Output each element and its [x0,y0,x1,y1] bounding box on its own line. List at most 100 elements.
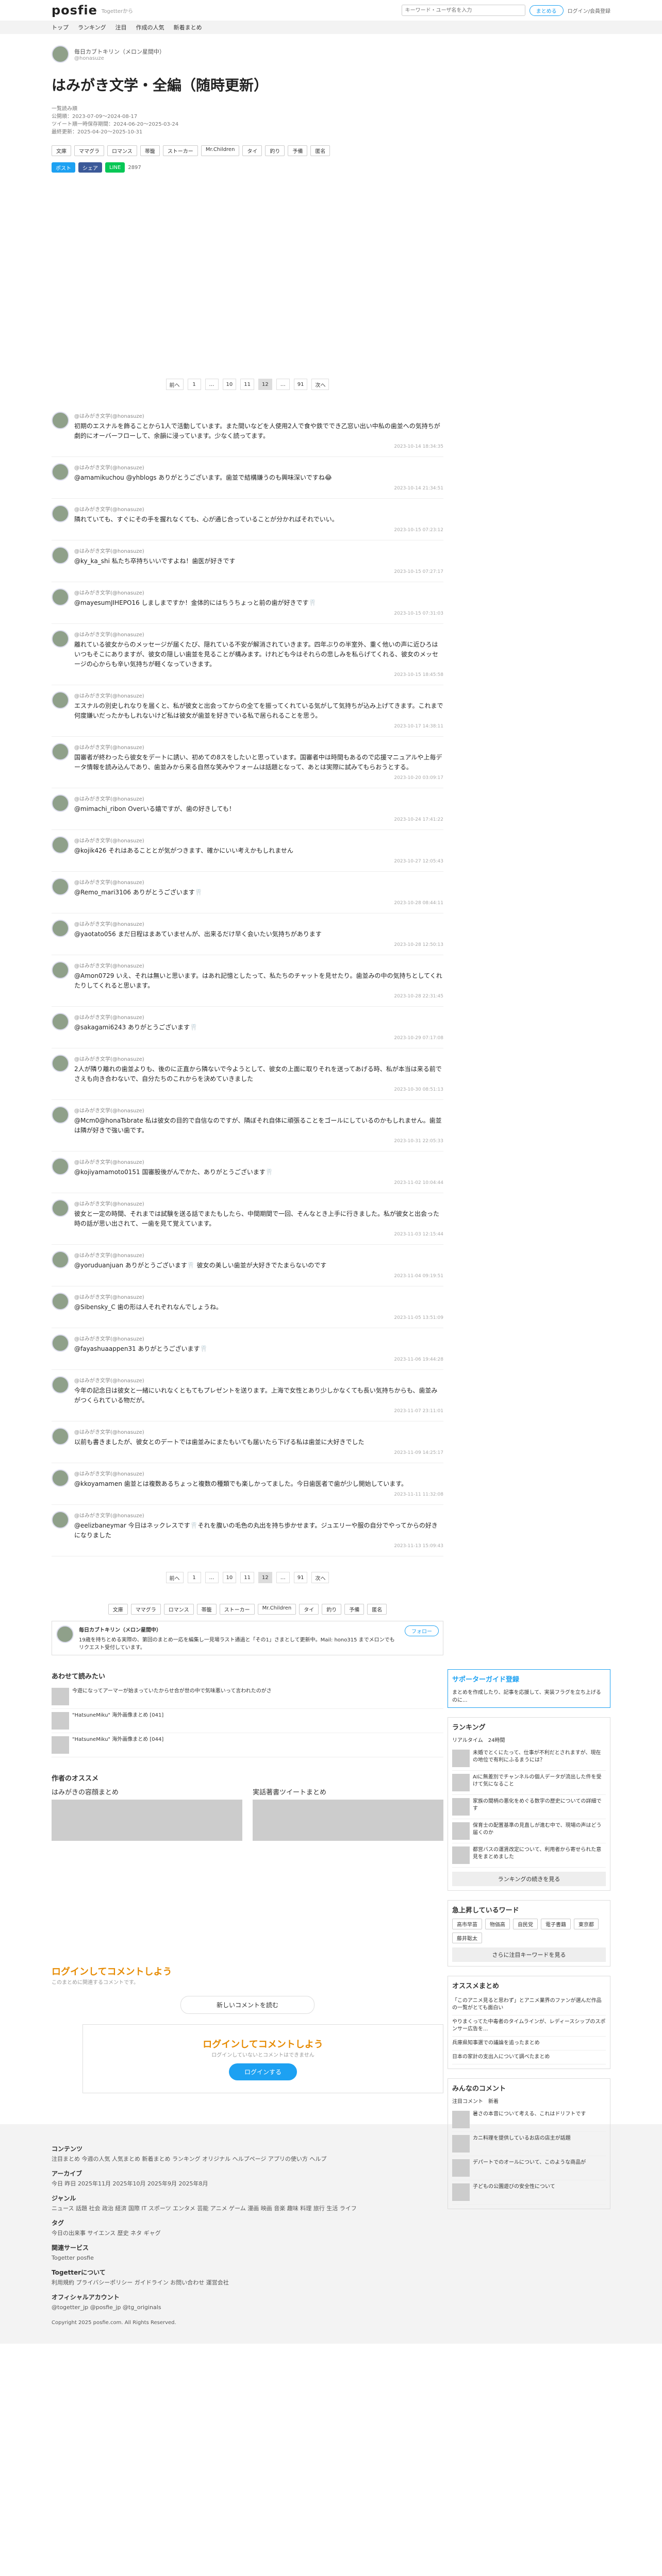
pager-item[interactable]: … [205,1572,219,1583]
tweet-date[interactable]: 2023-10-28 12:50:13 [74,942,443,947]
tweet-avatar[interactable] [52,463,69,481]
nav-item-new[interactable]: 新着まとめ [174,23,202,31]
tag-item[interactable]: タイ [299,1604,319,1615]
tweet-avatar[interactable] [52,878,69,895]
tag-item[interactable]: 帯籠 [140,145,160,156]
pager-item[interactable]: 12 [258,1572,272,1583]
tweet-date[interactable]: 2023-10-14 21:34:51 [74,486,443,491]
tweet-author[interactable]: @はみがき文学(@honasuze) [74,794,443,802]
tweet-date[interactable]: 2023-11-11 11:32:08 [74,1492,443,1497]
pager-item[interactable]: 10 [222,379,237,390]
pager-item[interactable]: 1 [187,379,201,390]
pager-item[interactable]: 11 [240,1572,254,1583]
comments-tab-hot[interactable]: 注目コメント [452,2097,483,2105]
share-facebook-button[interactable]: シェア [78,162,102,173]
nav-item-ranking[interactable]: ランキング [78,23,106,31]
tweet-date[interactable]: 2023-11-04 09:19:51 [74,1274,443,1279]
tag-item[interactable]: タイ [242,145,262,156]
pager-item[interactable]: 次へ [311,1572,329,1583]
tweet-author[interactable]: @はみがき文学(@honasuze) [74,1428,443,1435]
tweet-avatar[interactable] [52,743,69,760]
osusume-item[interactable]: やりまくってた中毒者のタイムラインが、レディースシップのスポンサー広告を... [452,2015,606,2037]
tag-item[interactable]: ママグラ [74,145,104,156]
tag-item[interactable]: 匿名 [310,145,330,156]
tweet-avatar[interactable] [52,1251,69,1268]
tweet-date[interactable]: 2023-10-24 17:41:22 [74,817,443,822]
tweet-avatar[interactable] [52,1106,69,1124]
author-avatar[interactable] [52,45,69,63]
follow-button[interactable]: フォロー [405,1625,439,1636]
tweet-date[interactable]: 2023-10-28 08:44:11 [74,901,443,906]
tweet-avatar[interactable] [52,1199,69,1217]
side-comment-item[interactable]: カニ料理を提供しているお店の店主が話題 [452,2132,606,2156]
tweet-date[interactable]: 2023-11-06 19:44:28 [74,1357,443,1362]
tweet-author[interactable]: @はみがき文学(@honasuze) [74,1469,443,1477]
tag-item[interactable]: 予備 [288,145,308,156]
trend-more-button[interactable]: さらに注目キーワードを見る [452,1947,606,1962]
tweet-date[interactable]: 2023-11-13 15:09:43 [74,1544,443,1549]
author-name[interactable]: 毎日カブトキリン（メロン星間中） [74,47,165,56]
tweet-date[interactable]: 2023-10-27 12:05:43 [74,859,443,864]
tag-item[interactable]: Mr.Children [201,145,240,156]
tweet-author[interactable]: @はみがき文学(@honasuze) [74,505,443,513]
trend-word[interactable]: 物価高 [485,1919,510,1929]
tweet-date[interactable]: 2023-11-07 23:11:01 [74,1409,443,1414]
tweet-avatar[interactable] [52,1469,69,1487]
tag-item[interactable]: Mr.Children [257,1604,296,1615]
tag-item[interactable]: ストーカー [219,1604,255,1615]
tag-item[interactable]: 文庫 [52,145,71,156]
tweet-author[interactable]: @はみがき文学(@honasuze) [74,1293,443,1300]
tweet-avatar[interactable] [52,1428,69,1445]
ranking-item[interactable]: 都営バスの運賃改定について、利用者から寄せられた意見をまとめました [452,1843,606,1868]
tweet-date[interactable]: 2023-10-20 03:09:17 [74,775,443,781]
related-item[interactable]: "HatsuneMiku" 海外画像まとめ [041] [52,1709,443,1733]
tweet-author[interactable]: @はみがき文学(@honasuze) [74,691,443,699]
trend-word[interactable]: 藤井聡太 [452,1933,482,1943]
tweet-date[interactable]: 2023-10-17 14:38:11 [74,724,443,729]
osusume-item[interactable]: 兵庫県知事選での議論を追ったまとめ [452,2037,606,2050]
tweet-author[interactable]: @はみがき文学(@honasuze) [74,878,443,886]
author-box-avatar[interactable] [56,1625,74,1643]
pager-item[interactable]: 91 [293,1572,308,1583]
trend-word[interactable]: 高市早苗 [452,1919,482,1929]
tweet-date[interactable]: 2023-10-30 08:51:13 [74,1087,443,1092]
tag-item[interactable]: 帯籠 [196,1604,217,1615]
tweet-avatar[interactable] [52,1376,69,1394]
tweet-author[interactable]: @はみがき文学(@honasuze) [74,961,443,969]
tag-item[interactable]: 釣り [322,1604,342,1615]
tweet-avatar[interactable] [52,412,69,429]
tweet-date[interactable]: 2023-11-05 13:51:09 [74,1315,443,1320]
tweet-avatar[interactable] [52,1293,69,1310]
tweet-author[interactable]: @はみがき文学(@honasuze) [74,1158,443,1165]
tweet-author[interactable]: @はみがき文学(@honasuze) [74,412,443,419]
tweet-avatar[interactable] [52,1158,69,1175]
tweet-date[interactable]: 2023-10-15 07:23:12 [74,528,443,533]
recommend-card[interactable]: 実話著書ツイートまとめ [253,1787,443,1841]
tweet-avatar[interactable] [52,1013,69,1030]
tweet-avatar[interactable] [52,1334,69,1352]
osusume-item[interactable]: 「このアニメ見ると思わず」とアニメ業界のファンが選んだ作品の一覧がとても面白い [452,1994,606,2015]
tweet-avatar[interactable] [52,1055,69,1072]
login-link[interactable]: ログイン/会員登録 [568,7,610,14]
tweet-avatar[interactable] [52,1511,69,1529]
pager-item[interactable]: … [276,1572,290,1583]
tweet-date[interactable]: 2023-10-28 22:31:45 [74,994,443,999]
tweet-avatar[interactable] [52,547,69,564]
tweet-author[interactable]: @はみがき文学(@honasuze) [74,588,443,596]
tweet-avatar[interactable] [52,588,69,606]
pager-item[interactable]: 11 [240,379,254,390]
tweet-avatar[interactable] [52,961,69,979]
ranking-tab-realtime[interactable]: リアルタイム [452,1736,483,1743]
tag-item[interactable]: 予備 [344,1604,365,1615]
tweet-author[interactable]: @はみがき文学(@honasuze) [74,1013,443,1021]
tweet-date[interactable]: 2023-11-02 10:04:44 [74,1180,443,1185]
tag-item[interactable]: ロマンス [107,145,137,156]
related-item[interactable]: "HatsuneMiku" 海外画像まとめ [044] [52,1733,443,1757]
tweet-date[interactable]: 2023-10-15 07:27:17 [74,569,443,574]
tag-item[interactable]: ママグラ [130,1604,161,1615]
tweet-date[interactable]: 2023-11-09 14:25:17 [74,1450,443,1455]
tweet-date[interactable]: 2023-10-14 18:34:35 [74,444,443,449]
pager-item[interactable]: 1 [187,1572,201,1583]
tweet-author[interactable]: @はみがき文学(@honasuze) [74,463,443,471]
pager-item[interactable]: … [276,379,290,390]
